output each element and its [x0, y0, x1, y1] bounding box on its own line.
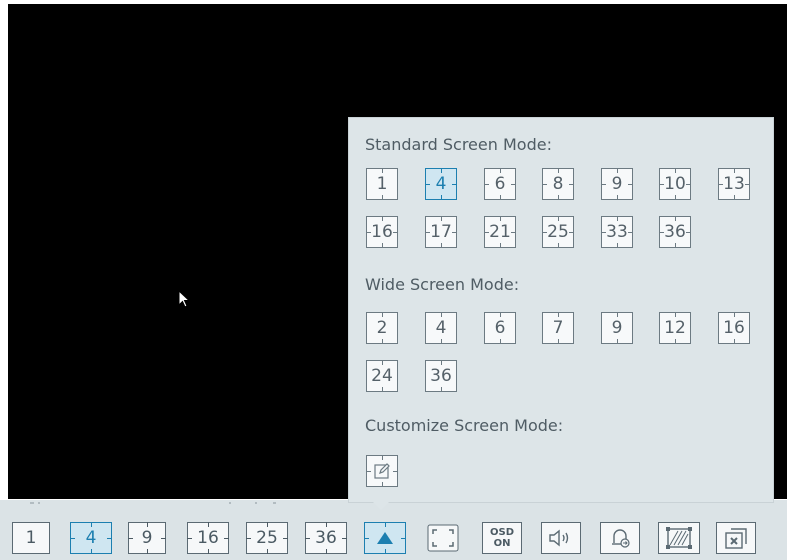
standard-mode-10-button[interactable]: 10 — [659, 168, 691, 200]
wide-mode-6-button[interactable]: 6 — [484, 312, 516, 344]
wide-mode-12-label: 12 — [664, 318, 686, 338]
standard-mode-title: Standard Screen Mode: — [365, 135, 552, 154]
close-window-button[interactable] — [716, 522, 756, 554]
standard-mode-13-button[interactable]: 13 — [718, 168, 750, 200]
wide-mode-36-button[interactable]: 36 — [425, 360, 457, 392]
standard-mode-25-button[interactable]: 25 — [542, 216, 574, 248]
standard-mode-16-label: 16 — [371, 222, 393, 242]
screen-mode-toggle-button[interactable] — [364, 522, 406, 554]
standard-mode-10-label: 10 — [664, 174, 686, 194]
standard-mode-36-button[interactable]: 36 — [659, 216, 691, 248]
standard-mode-6-label: 6 — [494, 174, 506, 194]
custom-mode-title: Customize Screen Mode: — [365, 416, 564, 435]
volume-icon — [549, 529, 569, 547]
standard-mode-1-button[interactable]: 1 — [366, 168, 398, 200]
wide-mode-24-label: 24 — [371, 366, 393, 386]
wide-mode-4-button[interactable]: 4 — [425, 312, 457, 344]
fullscreen-icon — [427, 524, 459, 552]
popup-pointer — [373, 502, 389, 510]
layout-4-label: 4 — [85, 528, 97, 548]
wide-mode-2-button[interactable]: 2 — [366, 312, 398, 344]
close-window-icon — [725, 528, 747, 549]
screen-mode-popup: Standard Screen Mode: Wide Screen Mode: … — [348, 117, 774, 503]
standard-mode-4-label: 4 — [435, 174, 447, 194]
wide-mode-7-button[interactable]: 7 — [542, 312, 574, 344]
layout-16-label: 16 — [197, 528, 219, 548]
layout-1-button[interactable]: 1 — [12, 522, 50, 554]
standard-mode-33-button[interactable]: 33 — [601, 216, 633, 248]
layout-36-label: 36 — [315, 528, 337, 548]
wide-mode-title: Wide Screen Mode: — [365, 275, 520, 294]
mouse-cursor-icon — [178, 290, 191, 308]
layout-4-button[interactable]: 4 — [70, 522, 112, 554]
layout-25-button[interactable]: 25 — [246, 522, 288, 554]
wide-mode-9-label: 9 — [611, 318, 623, 338]
aspect-icon — [666, 527, 692, 549]
toolbar-separator — [30, 502, 276, 504]
standard-mode-36-label: 36 — [664, 222, 686, 242]
fullscreen-button[interactable] — [423, 522, 463, 554]
osd-label-line2: ON — [493, 538, 511, 549]
wide-mode-2-label: 2 — [376, 318, 388, 338]
standard-mode-4-button[interactable]: 4 — [425, 168, 457, 200]
wide-mode-16-button[interactable]: 16 — [718, 312, 750, 344]
wide-mode-7-label: 7 — [552, 318, 564, 338]
alarm-button[interactable] — [600, 522, 640, 554]
standard-mode-33-label: 33 — [606, 222, 628, 242]
custom-mode-edit-button[interactable] — [366, 455, 398, 487]
standard-mode-8-button[interactable]: 8 — [542, 168, 574, 200]
standard-mode-9-button[interactable]: 9 — [601, 168, 633, 200]
standard-mode-16-button[interactable]: 16 — [366, 216, 398, 248]
aspect-ratio-button[interactable] — [658, 522, 700, 554]
alarm-icon — [612, 529, 630, 548]
wide-mode-4-label: 4 — [435, 318, 447, 338]
wide-mode-16-label: 16 — [723, 318, 745, 338]
osd-button[interactable]: OSD ON — [482, 522, 522, 554]
wide-mode-9-button[interactable]: 9 — [601, 312, 633, 344]
standard-mode-25-label: 25 — [547, 222, 569, 242]
standard-mode-8-label: 8 — [552, 174, 564, 194]
standard-mode-13-label: 13 — [723, 174, 745, 194]
standard-mode-6-button[interactable]: 6 — [484, 168, 516, 200]
volume-button[interactable] — [541, 522, 581, 554]
standard-mode-17-button[interactable]: 17 — [425, 216, 457, 248]
edit-icon — [374, 463, 390, 479]
layout-1-label: 1 — [25, 528, 37, 548]
layout-9-button[interactable]: 9 — [128, 522, 166, 554]
standard-mode-21-label: 21 — [489, 222, 511, 242]
layout-16-button[interactable]: 16 — [187, 522, 229, 554]
standard-mode-1-label: 1 — [376, 174, 388, 194]
screen-mode-toggle-icon — [377, 532, 393, 544]
layout-9-label: 9 — [141, 528, 153, 548]
wide-mode-12-button[interactable]: 12 — [659, 312, 691, 344]
osd-label-line1: OSD — [489, 527, 514, 538]
layout-36-button[interactable]: 36 — [305, 522, 347, 554]
wide-mode-36-label: 36 — [430, 366, 452, 386]
wide-mode-24-button[interactable]: 24 — [366, 360, 398, 392]
layout-25-label: 25 — [256, 528, 278, 548]
standard-mode-17-label: 17 — [430, 222, 452, 242]
standard-mode-21-button[interactable]: 21 — [484, 216, 516, 248]
standard-mode-9-label: 9 — [611, 174, 623, 194]
wide-mode-6-label: 6 — [494, 318, 506, 338]
